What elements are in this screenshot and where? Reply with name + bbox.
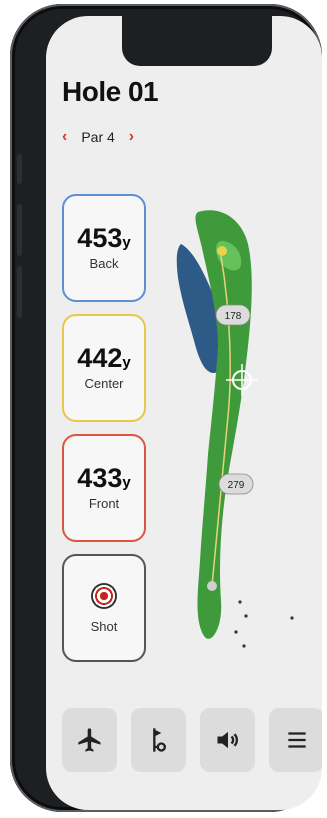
front-distance-label: Front xyxy=(88,496,120,511)
tree-dot xyxy=(234,630,238,634)
back-distance-label: Back xyxy=(89,256,119,271)
fairway-line xyxy=(211,255,231,587)
water-hazard xyxy=(176,244,222,373)
flight-mode-button[interactable] xyxy=(62,708,117,772)
airplane-icon xyxy=(77,728,100,752)
bottom-toolbar xyxy=(62,708,322,772)
notch xyxy=(122,16,272,66)
app-screen: Hole 01 ‹ Par 4 › 453y Back 442y Center … xyxy=(46,16,322,810)
previous-hole-chevron-icon[interactable]: ‹ xyxy=(62,128,67,146)
mute-switch xyxy=(17,154,22,184)
distance-marker-top: 178 xyxy=(215,304,251,326)
phone-frame: Hole 01 ‹ Par 4 › 453y Back 442y Center … xyxy=(10,4,322,812)
center-distance-value: 442 xyxy=(77,343,123,373)
tee-button[interactable] xyxy=(131,708,186,772)
sound-button[interactable] xyxy=(200,708,255,772)
par-selector: ‹ Par 4 › xyxy=(62,128,134,146)
next-hole-chevron-icon[interactable]: › xyxy=(129,128,134,146)
volume-up-button xyxy=(17,204,22,256)
back-distance-unit: y xyxy=(122,234,131,251)
shot-button[interactable]: Shot xyxy=(62,554,146,662)
target-icon xyxy=(91,582,117,609)
distance-card-back[interactable]: 453y Back xyxy=(62,194,146,302)
fairway-area xyxy=(195,210,252,639)
front-distance-value: 433 xyxy=(77,463,123,493)
tree-dot xyxy=(242,644,246,648)
par-label: Par 4 xyxy=(81,129,115,145)
volume-down-button xyxy=(17,266,22,318)
crosshair-icon xyxy=(226,364,258,396)
flag-marker xyxy=(217,246,227,256)
center-distance-label: Center xyxy=(84,376,124,391)
distance-card-front[interactable]: 433y Front xyxy=(62,434,146,542)
speaker-icon xyxy=(217,731,238,749)
menu-icon xyxy=(287,732,306,748)
tree-dot xyxy=(238,600,242,604)
shot-label: Shot xyxy=(90,618,118,634)
putting-green xyxy=(216,240,242,271)
center-distance-unit: y xyxy=(122,354,131,371)
distance-marker-bottom-label: 279 xyxy=(228,480,245,491)
tree-dot xyxy=(290,616,294,620)
distance-marker-bottom: 279 xyxy=(218,473,254,495)
back-distance-value: 453 xyxy=(77,223,123,253)
tee-icon xyxy=(152,728,166,752)
distance-card-center[interactable]: 442y Center xyxy=(62,314,146,422)
tree-dot xyxy=(244,614,248,618)
hole-title: Hole 01 xyxy=(62,76,159,107)
menu-button[interactable] xyxy=(269,708,322,772)
tee-marker xyxy=(207,581,217,591)
front-distance-unit: y xyxy=(122,474,131,491)
distance-marker-top-label: 178 xyxy=(225,311,242,322)
